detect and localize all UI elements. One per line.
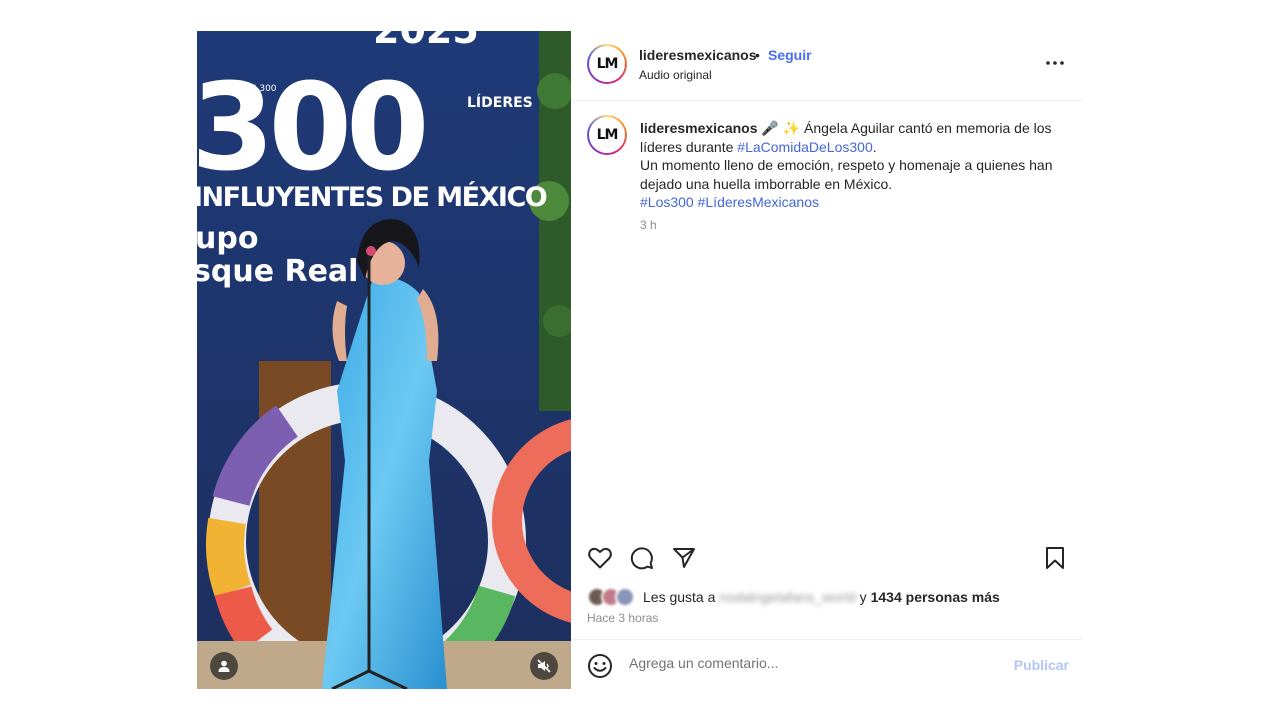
like-button[interactable] <box>586 544 614 572</box>
liker-username[interactable]: nodalngelafans_world <box>719 589 855 605</box>
performer-photo: 2025 300 LOS 300 LÍDERES INFLUYENTES DE … <box>197 31 571 689</box>
likes-connector: y <box>859 589 867 605</box>
emoji-icon <box>588 654 612 678</box>
caption-timestamp[interactable]: 3 h <box>640 218 657 232</box>
avatar-initials: LM <box>596 127 619 143</box>
comment-icon <box>630 547 653 570</box>
author-username-link[interactable]: lideresmexicanos <box>639 47 757 63</box>
post-header: LM lideresmexicanos • Seguir Audio origi… <box>571 31 1083 101</box>
author-avatar[interactable]: LM <box>587 44 627 84</box>
more-icon <box>1046 61 1064 65</box>
hashtag-link[interactable]: #LaComidaDeLos300 <box>737 139 872 155</box>
heart-icon <box>588 547 612 569</box>
more-options-button[interactable] <box>1043 51 1067 75</box>
save-button[interactable] <box>1041 544 1069 572</box>
caption-text-line-2: Un momento lleno de emoción, respeto y h… <box>640 157 1053 192</box>
comment-bar: Publicar <box>571 639 1083 689</box>
instagram-post: 2025 300 LOS 300 LÍDERES INFLUYENTES DE … <box>197 31 1083 689</box>
liker-avatars <box>587 586 639 608</box>
caption-text: lideresmexicanos 🎤 ✨ Ángela Aguilar cant… <box>640 119 1065 212</box>
caption-author-avatar[interactable]: LM <box>587 115 627 155</box>
backdrop-influyentes-text: INFLUYENTES DE MÉXICO <box>197 181 547 213</box>
post-media[interactable]: 2025 300 LOS 300 LÍDERES INFLUYENTES DE … <box>197 31 571 689</box>
bookmark-icon <box>1046 547 1064 569</box>
caption-emojis: 🎤 ✨ <box>761 120 801 136</box>
comment-button[interactable] <box>628 544 656 572</box>
likes-prefix: Les gusta a <box>643 589 716 605</box>
muted-speaker-icon <box>537 659 551 673</box>
liker-avatar <box>615 587 635 607</box>
caption-username-link[interactable]: lideresmexicanos <box>640 120 758 136</box>
backdrop-year-text: 2025 <box>373 31 479 52</box>
caption-text-part-2: . <box>872 138 877 155</box>
mute-toggle-button[interactable] <box>530 652 558 680</box>
publish-button[interactable]: Publicar <box>1014 657 1069 673</box>
comment-input[interactable] <box>629 655 999 671</box>
share-button[interactable] <box>670 544 698 572</box>
backdrop-300-text: 300 <box>197 59 424 198</box>
hashtag-link[interactable]: #Los300 <box>640 194 694 210</box>
post-side-panel: LM lideresmexicanos • Seguir Audio origi… <box>571 31 1083 689</box>
backdrop-lideres-text: LÍDERES <box>467 94 533 111</box>
user-tag-button[interactable] <box>210 652 238 680</box>
original-audio-link[interactable]: Audio original <box>639 68 712 82</box>
backdrop-grupo-text: upo <box>197 221 258 256</box>
emoji-picker-button[interactable] <box>587 653 613 679</box>
avatar-initials: LM <box>596 56 619 72</box>
share-icon <box>673 548 695 568</box>
likes-summary[interactable]: Les gusta a nodalngelafans_world y 1434 … <box>587 585 1000 609</box>
hashtag-link[interactable]: #LíderesMexicanos <box>698 194 819 210</box>
backdrop-logo-small: LOS 300 <box>239 84 277 94</box>
user-tag-icon <box>218 660 230 672</box>
likes-count[interactable]: 1434 personas más <box>871 589 1000 605</box>
follow-button[interactable]: Seguir <box>768 47 812 63</box>
post-timestamp[interactable]: Hace 3 horas <box>587 611 658 625</box>
backdrop-real-text: sque Real <box>197 254 358 289</box>
action-bar <box>571 541 1083 575</box>
header-separator: • <box>755 47 760 63</box>
